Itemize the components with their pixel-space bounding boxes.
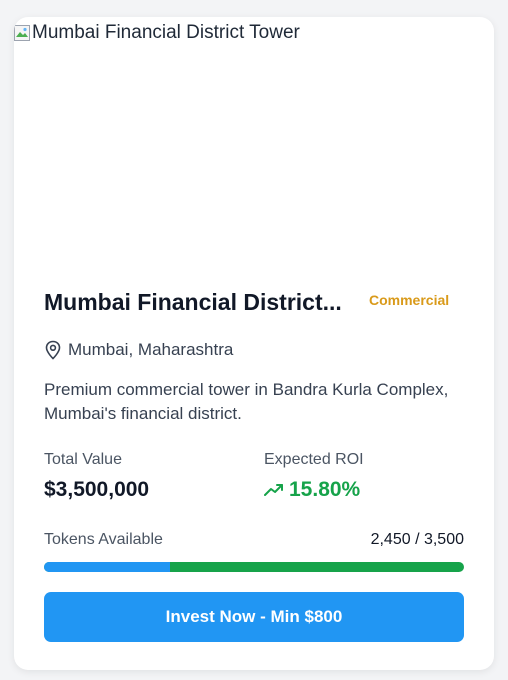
- trending-up-icon: [264, 484, 283, 496]
- tokens-count: 2,450 / 3,500: [370, 531, 464, 548]
- tokens-progress-fill: [44, 562, 170, 572]
- property-location: Mumbai, Maharashtra: [44, 340, 233, 360]
- map-pin-icon: [45, 340, 61, 360]
- location-text: Mumbai, Maharashtra: [68, 340, 234, 359]
- roi-value: 15.80%: [289, 478, 361, 501]
- property-image: Mumbai Financial District Tower: [14, 17, 494, 267]
- tokens-progress-bar: [44, 562, 464, 572]
- property-title[interactable]: Mumbai Financial District...: [44, 289, 354, 316]
- image-alt-text: Mumbai Financial District Tower: [32, 22, 300, 43]
- tokens-label: Tokens Available: [44, 531, 163, 548]
- invest-now-button[interactable]: Invest Now - Min $800: [44, 592, 464, 642]
- broken-image-icon: [14, 25, 30, 41]
- roi-value-group: 15.80%: [264, 478, 360, 502]
- property-description: Premium commercial tower in Bandra Kurla…: [44, 380, 449, 423]
- category-badge: Commercial: [369, 292, 450, 308]
- roi-label: Expected ROI: [264, 451, 364, 468]
- property-card: Mumbai Financial District Tower Mumbai F…: [14, 17, 494, 670]
- total-value: $3,500,000: [44, 478, 150, 501]
- total-value-label: Total Value: [44, 451, 122, 468]
